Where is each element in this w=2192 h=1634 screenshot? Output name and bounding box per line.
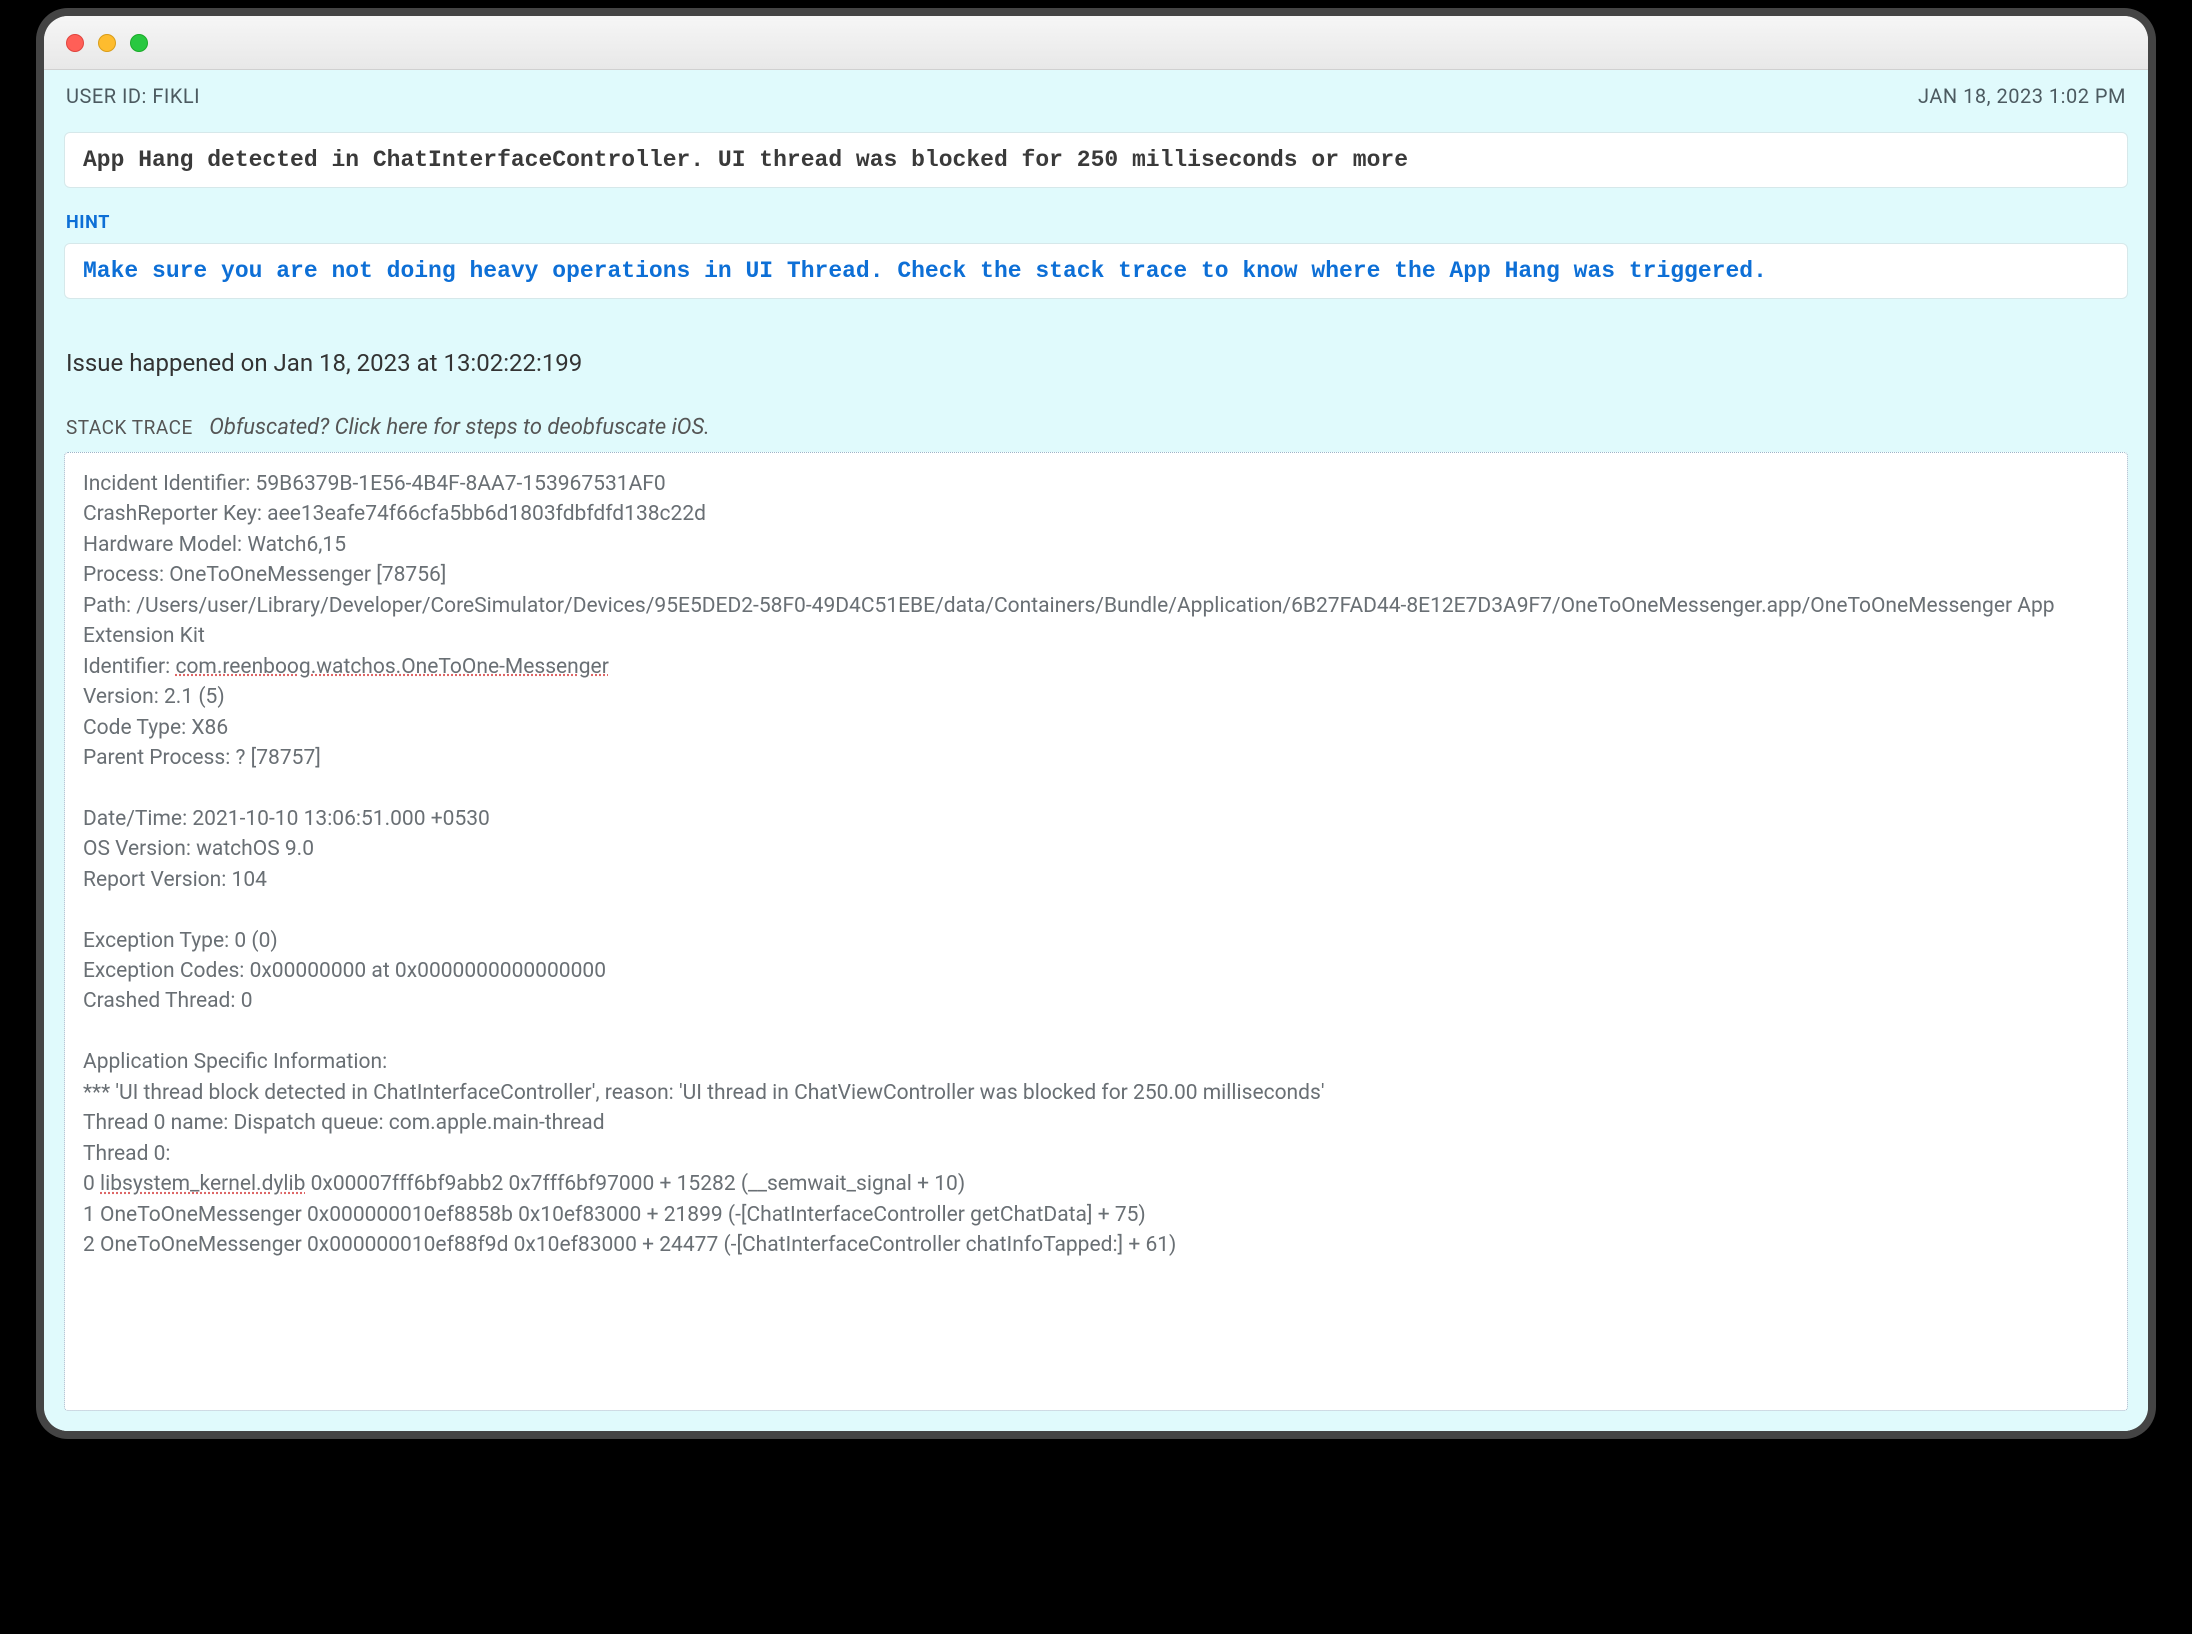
stack-line: OS Version: watchOS 9.0 [83,834,2109,864]
stack-line: Exception Codes: 0x00000000 at 0x0000000… [83,956,2109,986]
issue-timestamp-line: Issue happened on Jan 18, 2023 at 13:02:… [44,319,2148,385]
stack-trace-header: STACK TRACE Obfuscated? Click here for s… [44,385,2148,448]
deobfuscate-link[interactable]: Obfuscated? Click here for steps to deob… [209,415,710,440]
stack-trace-box[interactable]: Incident Identifier: 59B6379B-1E56-4B4F-… [64,452,2128,1411]
stack-line: Thread 0 name: Dispatch queue: com.apple… [83,1108,2109,1138]
hint-box: Make sure you are not doing heavy operat… [64,243,2128,299]
stack-line: 2 OneToOneMessenger 0x000000010ef88f9d 0… [83,1230,2109,1260]
header-timestamp: JAN 18, 2023 1:02 PM [1918,84,2126,108]
stack-line: Code Type: X86 [83,713,2109,743]
stack-line: Version: 2.1 (5) [83,682,2109,712]
spacer [44,1411,2148,1431]
close-icon[interactable] [66,34,84,52]
zoom-icon[interactable] [130,34,148,52]
stack-line: Process: OneToOneMessenger [78756] [83,560,2109,590]
stack-line-prefix: Identifier: [83,655,175,679]
bundle-identifier: com.reenboog.watchos.OneToOne-Messenger [175,655,608,679]
error-message: App Hang detected in ChatInterfaceContro… [83,147,1408,173]
content: USER ID: FIKLI JAN 18, 2023 1:02 PM App … [44,70,2148,1431]
hint-label: HINT [66,212,2128,233]
error-panel: App Hang detected in ChatInterfaceContro… [44,122,2148,319]
dylib-name: libsystem_kernel.dylib [100,1172,305,1196]
hint-text: Make sure you are not doing heavy operat… [83,258,1767,284]
stack-trace-label: STACK TRACE [66,416,193,439]
stack-line: Application Specific Information: [83,1047,2109,1077]
meta-header: USER ID: FIKLI JAN 18, 2023 1:02 PM [44,70,2148,122]
stack-line: Parent Process: ? [78757] [83,743,2109,773]
stack-line: Identifier: com.reenboog.watchos.OneToOn… [83,652,2109,682]
stack-line: Path: /Users/user/Library/Developer/Core… [83,591,2109,652]
stack-line: 0 libsystem_kernel.dylib 0x00007fff6bf9a… [83,1169,2109,1199]
window-titlebar [44,16,2148,70]
stack-line-suffix: 0x00007fff6bf9abb2 0x7fff6bf97000 + 1528… [305,1172,965,1196]
stack-line: *** 'UI thread block detected in ChatInt… [83,1078,2109,1108]
stack-line: CrashReporter Key: aee13eafe74f66cfa5bb6… [83,499,2109,529]
stack-line: Crashed Thread: 0 [83,986,2109,1016]
error-message-box: App Hang detected in ChatInterfaceContro… [64,132,2128,188]
stack-line: Thread 0: [83,1139,2109,1169]
stack-line: Exception Type: 0 (0) [83,926,2109,956]
minimize-icon[interactable] [98,34,116,52]
stack-line: Date/Time: 2021-10-10 13:06:51.000 +0530 [83,804,2109,834]
stack-line: Report Version: 104 [83,865,2109,895]
stack-line: Hardware Model: Watch6,15 [83,530,2109,560]
stack-line: 1 OneToOneMessenger 0x000000010ef8858b 0… [83,1200,2109,1230]
stack-line: Incident Identifier: 59B6379B-1E56-4B4F-… [83,469,2109,499]
stack-line-prefix: 0 [83,1172,100,1196]
user-id-label: USER ID: FIKLI [66,84,200,108]
app-window: USER ID: FIKLI JAN 18, 2023 1:02 PM App … [44,16,2148,1431]
